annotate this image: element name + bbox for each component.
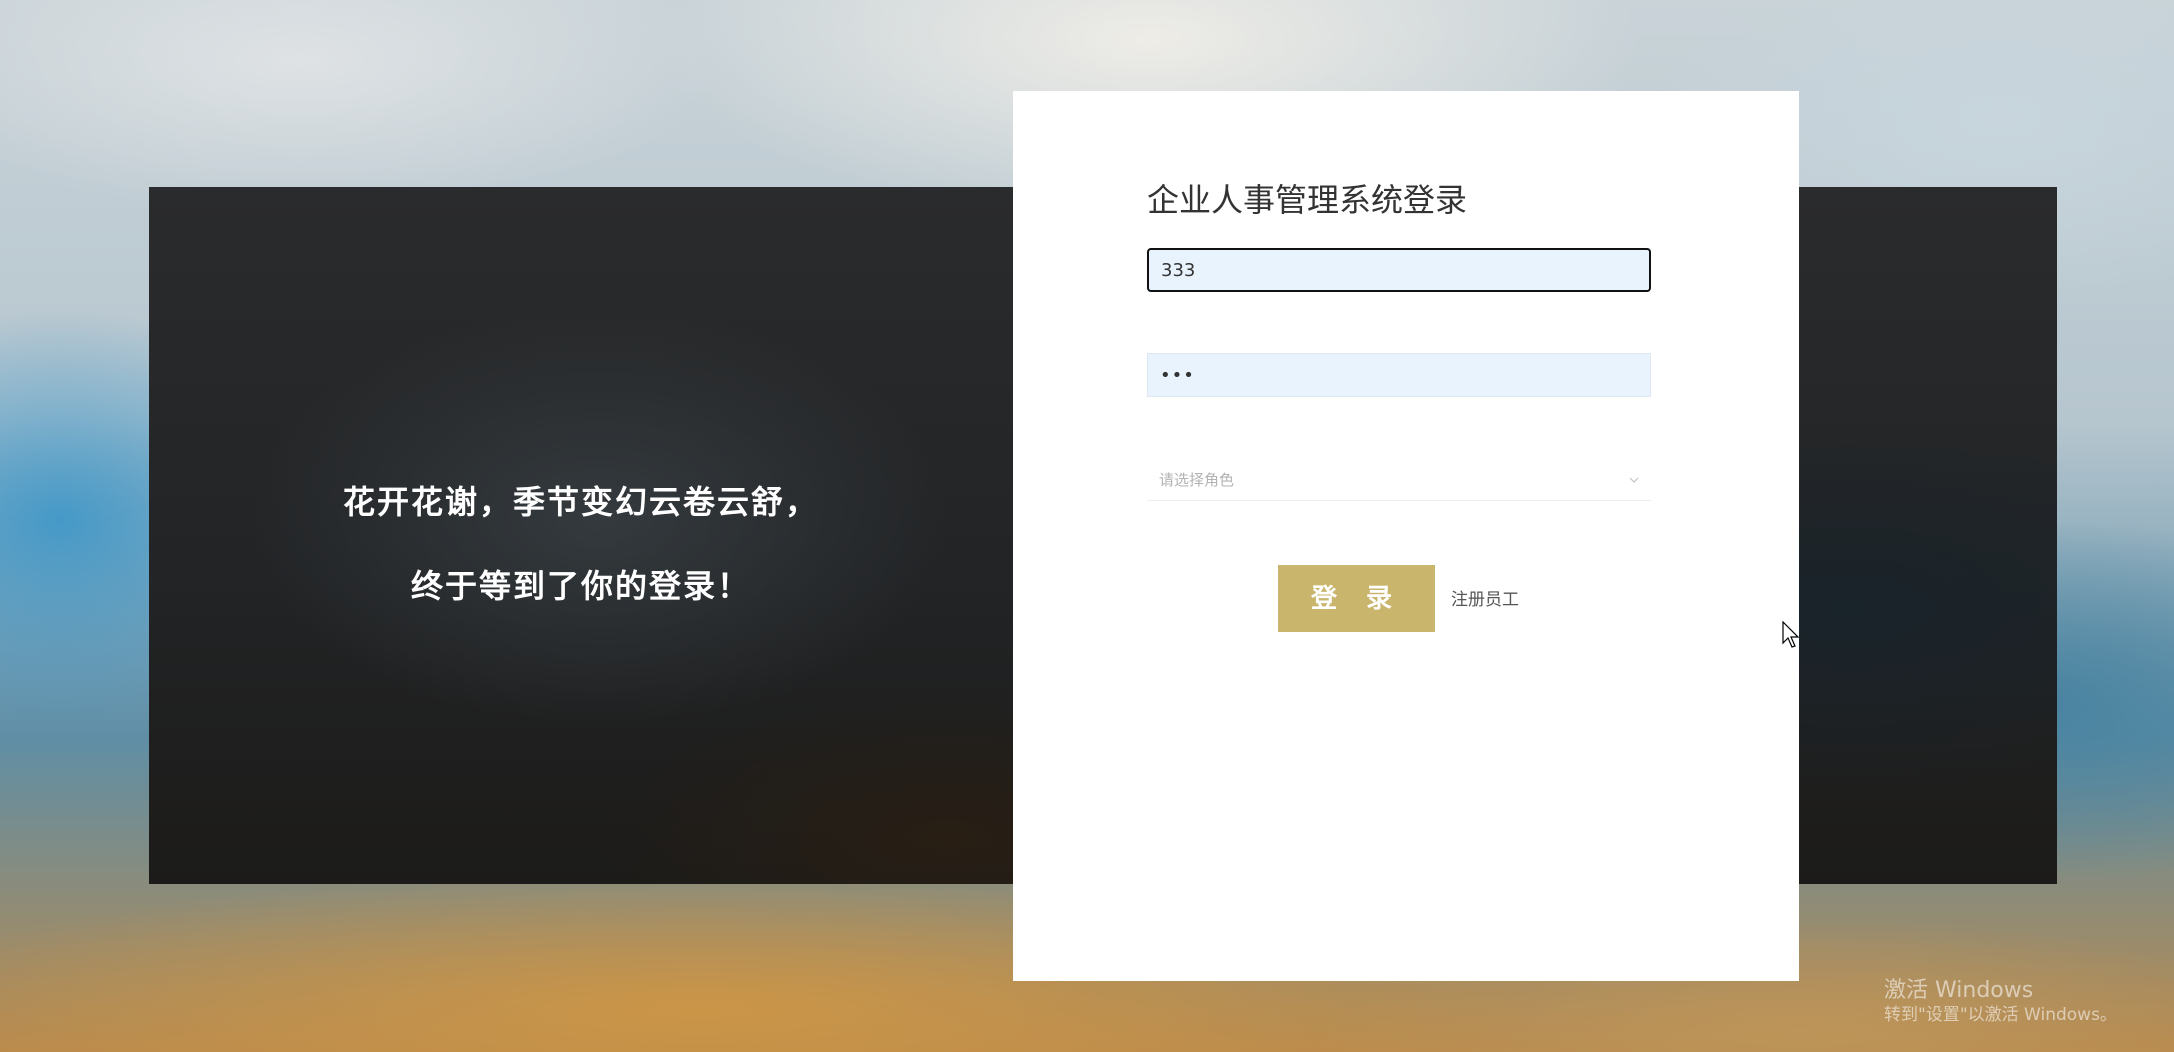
password-input[interactable]: [1147, 353, 1651, 397]
slogan-line-2: 终于等到了你的登录！: [410, 567, 751, 605]
watermark-line-1: 激活 Windows: [1884, 978, 2034, 1003]
page-title: 企业人事管理系统登录: [1147, 181, 1468, 219]
mouse-cursor-icon: [1782, 621, 1800, 648]
role-select[interactable]: 请选择角色: [1147, 459, 1651, 501]
chevron-down-icon: [1629, 477, 1639, 483]
username-input[interactable]: [1147, 248, 1651, 292]
watermark-line-2: 转到"设置"以激活 Windows。: [1884, 1005, 2117, 1025]
login-button[interactable]: 登 录: [1278, 565, 1435, 632]
windows-activation-watermark: 激活 Windows 转到"设置"以激活 Windows。: [1884, 972, 2117, 1025]
login-card: 企业人事管理系统登录 请选择角色 登 录 注册员工: [1013, 91, 1799, 981]
role-select-placeholder: 请选择角色: [1159, 471, 1235, 489]
slogan-line-1: 花开花谢，季节变幻云卷云舒，: [342, 483, 819, 521]
slogan: 花开花谢，季节变幻云卷云舒， 终于等到了你的登录！: [149, 460, 1013, 628]
register-employee-link[interactable]: 注册员工: [1451, 585, 1519, 610]
